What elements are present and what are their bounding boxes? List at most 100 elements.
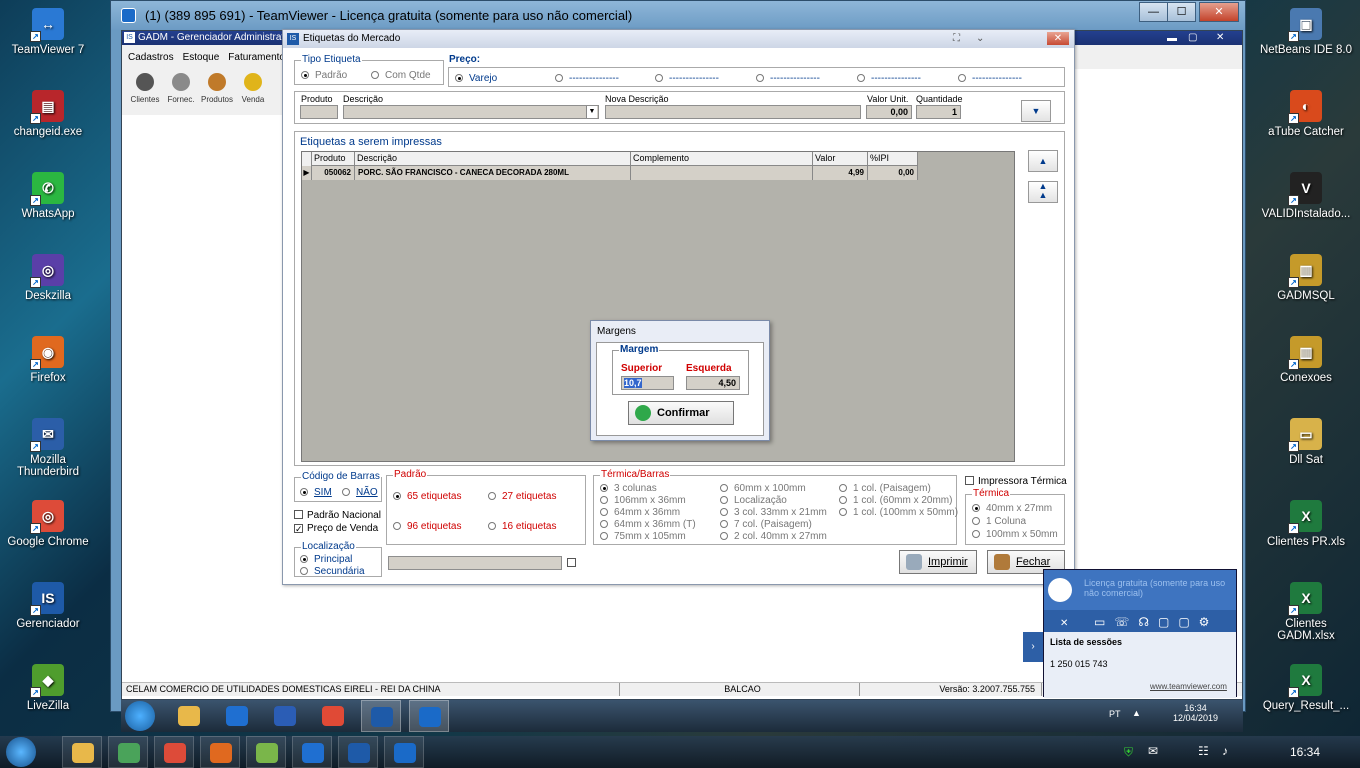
radio-secundaria[interactable]: Secundária	[300, 566, 365, 577]
left-desktop-icon-5[interactable]: ✉ ↗ Mozilla Thunderbird	[0, 418, 96, 478]
radio-termica-col2-3[interactable]: 7 col. (Paisagem)	[720, 519, 812, 530]
radio-termica-col2-0[interactable]: 60mm x 100mm	[720, 483, 806, 494]
left-desktop-icon-3[interactable]: ◎ ↗ Deskzilla	[0, 254, 96, 302]
tool-clientes[interactable]: Clientes	[128, 73, 162, 104]
grid-header-cell[interactable]: Descrição	[355, 152, 631, 166]
local-taskbar-app-3[interactable]	[200, 736, 240, 768]
move-up-button[interactable]: ▲	[1028, 150, 1058, 172]
local-clock[interactable]: 16:34	[1290, 745, 1320, 759]
radio-nao[interactable]: NÃO	[342, 487, 378, 498]
table-row[interactable]: ▶ 050062 PORC. SÃO FRANCISCO - CANECA DECO…	[302, 166, 918, 180]
panel-close-icon[interactable]: ✕	[1060, 618, 1068, 629]
close-button[interactable]: ✕	[1199, 2, 1239, 22]
esquerda-input[interactable]: 4,50	[686, 376, 740, 390]
grid-header-cell[interactable]: Produto	[312, 152, 355, 166]
tray-volume-icon[interactable]: ♪	[1222, 744, 1228, 758]
left-desktop-icon-7[interactable]: IS ↗ Gerenciador	[0, 582, 96, 630]
tool-fornec[interactable]: Fornec.	[164, 73, 198, 104]
panel-expand-icon[interactable]: ›	[1023, 632, 1043, 662]
superior-input[interactable]: 10,7	[621, 376, 674, 390]
padrao-nacional-checkbox[interactable]: Padrão Nacional	[294, 510, 381, 521]
radio-principal[interactable]: Principal	[300, 554, 352, 565]
remote-lang[interactable]: PT	[1109, 709, 1121, 719]
local-taskbar-app-7[interactable]	[384, 736, 424, 768]
local-taskbar-app-6[interactable]	[338, 736, 378, 768]
quantidade-input[interactable]: 1	[916, 105, 961, 119]
tray-mail-icon[interactable]: ✉	[1148, 744, 1158, 758]
left-desktop-icon-1[interactable]: ▤ ↗ changeid.exe	[0, 90, 96, 138]
gadm-min-icon[interactable]: ▬	[1167, 32, 1177, 46]
radio-termica-col1-1[interactable]: 106mm x 36mm	[600, 495, 686, 506]
descricao-select[interactable]: ▼	[343, 105, 599, 119]
right-desktop-icon-1[interactable]: ◐ ↗ aTube Catcher	[1258, 90, 1354, 138]
local-taskbar-app-5[interactable]	[292, 736, 332, 768]
extra-checkbox[interactable]	[567, 558, 580, 569]
imprimir-button[interactable]: Imprimir	[899, 550, 977, 574]
tray-up-icon[interactable]: ▲	[1132, 708, 1141, 718]
radio-preco-2[interactable]: ---------------	[655, 73, 719, 84]
nova-descricao-input[interactable]	[605, 105, 861, 119]
chevron-down-icon[interactable]: ⌄	[976, 30, 984, 48]
radio-termica-col2-2[interactable]: 3 col. 33mm x 21mm	[720, 507, 827, 518]
tray-network-icon[interactable]: ☷	[1198, 744, 1209, 758]
menu-cadastros[interactable]: Cadastros	[122, 45, 177, 63]
remote-start-icon[interactable]	[125, 701, 155, 731]
grid-header-cell[interactable]: Valor Unitário	[813, 152, 868, 176]
right-desktop-icon-0[interactable]: ▣ ↗ NetBeans IDE 8.0	[1258, 8, 1354, 56]
radio-termica-col3-0[interactable]: 1 col. (Paisagem)	[839, 483, 931, 494]
tool-venda[interactable]: Venda	[236, 73, 270, 104]
radio-padrao[interactable]: Padrão	[301, 70, 347, 81]
right-desktop-icon-3[interactable]: ▥ ↗ GADMSQL	[1258, 254, 1354, 302]
radio-termica-col1-3[interactable]: 64mm x 36mm (T)	[600, 519, 696, 530]
local-start-icon[interactable]	[6, 737, 36, 767]
expand-icon[interactable]: ⛶	[953, 30, 960, 48]
remote-taskbar-app-4[interactable]	[361, 700, 401, 732]
preco-venda-checkbox[interactable]: ✓ Preço de Venda	[294, 523, 378, 534]
move-top-button[interactable]: ▲ ▲	[1028, 181, 1058, 203]
maximize-button[interactable]: ☐	[1167, 2, 1196, 22]
radio-com-qtde[interactable]: Com Qtde	[371, 70, 431, 81]
radio-termica-col1-2[interactable]: 64mm x 36mm	[600, 507, 680, 518]
radio-sim[interactable]: SIM	[300, 487, 332, 498]
radio-preco-1[interactable]: ---------------	[555, 73, 619, 84]
right-desktop-icon-2[interactable]: V ↗ VALIDInstalado...	[1258, 172, 1354, 220]
radio-65-etiquetas[interactable]: 65 etiquetas	[393, 491, 462, 502]
local-taskbar-app-4[interactable]	[246, 736, 286, 768]
etiquetas-titlebar[interactable]: IS Etiquetas do Mercado ⛶ ⌄ ✕	[283, 30, 1074, 48]
etiquetas-close-button[interactable]: ✕	[1047, 32, 1069, 45]
radio-16-etiquetas[interactable]: 16 etiquetas	[488, 521, 557, 532]
local-taskbar-app-0[interactable]	[62, 736, 102, 768]
grid-header-cell[interactable]: Complemento	[631, 152, 813, 166]
tool-produtos[interactable]: Produtos	[200, 73, 234, 104]
radio-100x50[interactable]: 100mm x 50mm	[972, 529, 1058, 540]
remote-taskbar-app-3[interactable]	[313, 700, 353, 732]
teamviewer-titlebar[interactable]: (1) (389 895 691) - TeamViewer - Licença…	[111, 1, 1245, 30]
local-taskbar-app-2[interactable]	[154, 736, 194, 768]
radio-40x27[interactable]: 40mm x 27mm	[972, 503, 1052, 514]
radio-termica-col3-1[interactable]: 1 col. (60mm x 20mm)	[839, 495, 952, 506]
impressora-termica-checkbox[interactable]: Impressora Térmica	[965, 476, 1067, 487]
right-desktop-icon-4[interactable]: ▥ ↗ Conexoes	[1258, 336, 1354, 384]
radio-96-etiquetas[interactable]: 96 etiquetas	[393, 521, 462, 532]
right-desktop-icon-8[interactable]: X ↗ Query_Result_...	[1258, 664, 1354, 712]
session-id[interactable]: 1 250 015 743	[1050, 659, 1108, 669]
left-desktop-icon-8[interactable]: ◆ ↗ LiveZilla	[0, 664, 96, 712]
right-desktop-icon-7[interactable]: X ↗ Clientes GADM.xlsx	[1258, 582, 1354, 642]
menu-faturamento[interactable]: Faturamento	[222, 45, 288, 63]
radio-preco-0[interactable]: Varejo	[455, 73, 497, 84]
radio-termica-col3-2[interactable]: 1 col. (100mm x 50mm)	[839, 507, 958, 518]
left-desktop-icon-0[interactable]: ↔ ↗ TeamViewer 7	[0, 8, 96, 56]
gadm-max-icon[interactable]: ▢	[1188, 31, 1197, 45]
remote-taskbar-app-5[interactable]	[409, 700, 449, 732]
gadm-close-icon[interactable]: ✕	[1216, 31, 1224, 45]
menu-estoque[interactable]: Estoque	[177, 45, 223, 63]
valor-unit-input[interactable]: 0,00	[866, 105, 912, 119]
radio-preco-4[interactable]: ---------------	[857, 73, 921, 84]
right-desktop-icon-6[interactable]: X ↗ Clientes PR.xls	[1258, 500, 1354, 548]
radio-1-coluna[interactable]: 1 Coluna	[972, 516, 1026, 527]
local-taskbar-app-1[interactable]	[108, 736, 148, 768]
tray-shield-icon[interactable]: ⛨	[1124, 745, 1133, 760]
left-desktop-icon-2[interactable]: ✆ ↗ WhatsApp	[0, 172, 96, 220]
radio-preco-5[interactable]: ---------------	[958, 73, 1022, 84]
produto-input[interactable]	[300, 105, 338, 119]
